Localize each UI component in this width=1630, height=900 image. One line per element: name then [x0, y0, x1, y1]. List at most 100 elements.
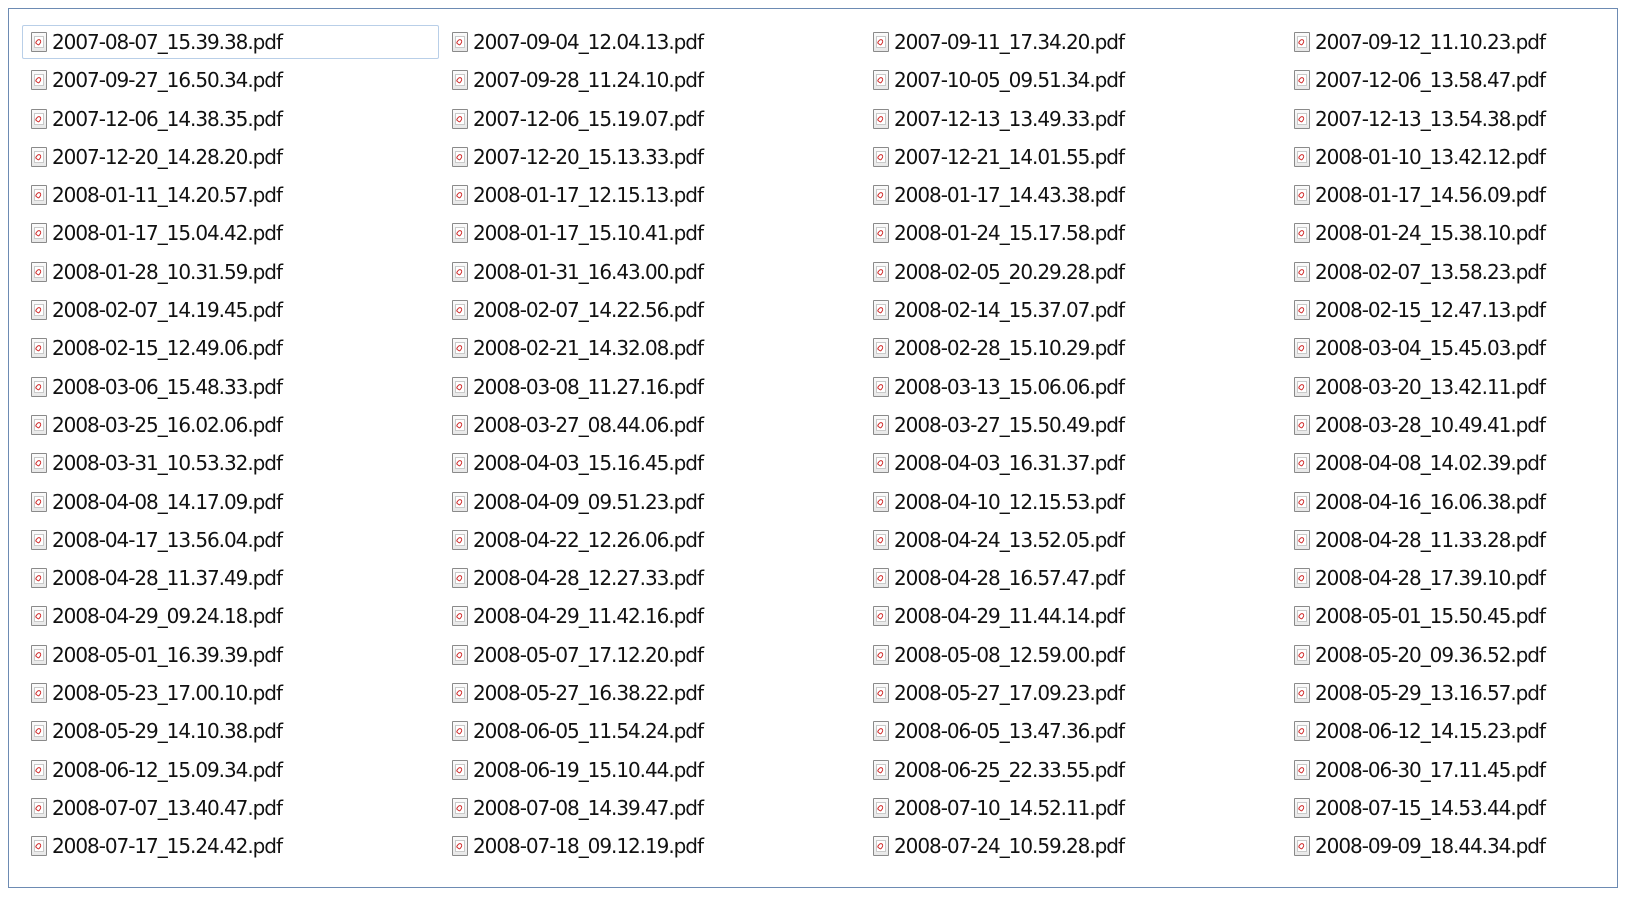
file-item[interactable]: 2008-07-10_14.52.11.pdf	[864, 791, 1285, 825]
file-item[interactable]: 2008-03-13_15.06.06.pdf	[864, 370, 1285, 404]
file-item[interactable]: 2008-05-01_15.50.45.pdf	[1285, 599, 1575, 633]
file-item[interactable]: 2008-01-17_12.15.13.pdf	[443, 178, 864, 212]
file-item[interactable]: 2008-03-27_08.44.06.pdf	[443, 408, 864, 442]
file-item[interactable]: 2008-03-28_10.49.41.pdf	[1285, 408, 1575, 442]
file-name: 2008-06-05_11.54.24.pdf	[473, 719, 704, 744]
file-item[interactable]: 2008-04-03_15.16.45.pdf	[443, 446, 864, 480]
file-item[interactable]: 2008-04-08_14.02.39.pdf	[1285, 446, 1575, 480]
file-item[interactable]: 2008-06-12_15.09.34.pdf	[22, 753, 443, 787]
file-item[interactable]: 2008-02-07_14.22.56.pdf	[443, 293, 864, 327]
file-item[interactable]: 2008-03-08_11.27.16.pdf	[443, 370, 864, 404]
file-item[interactable]: 2008-04-29_11.42.16.pdf	[443, 599, 864, 633]
file-item[interactable]: 2008-07-24_10.59.28.pdf	[864, 829, 1285, 863]
file-item[interactable]: 2008-03-20_13.42.11.pdf	[1285, 370, 1575, 404]
file-item[interactable]: 2008-02-15_12.47.13.pdf	[1285, 293, 1575, 327]
file-item[interactable]: 2008-05-08_12.59.00.pdf	[864, 638, 1285, 672]
file-item[interactable]: 2008-04-09_09.51.23.pdf	[443, 485, 864, 519]
file-item[interactable]: 2008-04-17_13.56.04.pdf	[22, 523, 443, 557]
file-item[interactable]: 2007-12-20_15.13.33.pdf	[443, 140, 864, 174]
pdf-file-icon	[1294, 32, 1310, 52]
pdf-file-icon	[873, 108, 889, 129]
file-item[interactable]: 2007-09-28_11.24.10.pdf	[443, 63, 864, 97]
file-item[interactable]: 2008-02-21_14.32.08.pdf	[443, 331, 864, 365]
file-item[interactable]: 2007-12-06_15.19.07.pdf	[443, 102, 864, 136]
file-item[interactable]: 2008-01-24_15.38.10.pdf	[1285, 216, 1575, 250]
pdf-file-icon	[873, 223, 889, 244]
file-item[interactable]: 2008-05-07_17.12.20.pdf	[443, 638, 864, 672]
file-item[interactable]: 2008-04-22_12.26.06.pdf	[443, 523, 864, 557]
file-item[interactable]: 2008-01-17_15.04.42.pdf	[22, 216, 443, 250]
file-item[interactable]: 2008-01-17_14.56.09.pdf	[1285, 178, 1575, 212]
file-item[interactable]: 2008-02-14_15.37.07.pdf	[864, 293, 1285, 327]
file-item[interactable]: 2008-07-17_15.24.42.pdf	[22, 829, 443, 863]
file-item[interactable]: 2008-04-28_12.27.33.pdf	[443, 561, 864, 595]
pdf-file-icon	[1294, 108, 1310, 129]
file-item[interactable]: 2008-02-05_20.29.28.pdf	[864, 255, 1285, 289]
file-item[interactable]: 2007-09-27_16.50.34.pdf	[22, 63, 443, 97]
file-item[interactable]: 2008-05-27_17.09.23.pdf	[864, 676, 1285, 710]
file-item[interactable]: 2008-04-08_14.17.09.pdf	[22, 485, 443, 519]
pdf-file-icon	[452, 529, 468, 550]
file-name: 2007-08-07_15.39.38.pdf	[52, 30, 283, 54]
file-item[interactable]: 2008-05-23_17.00.10.pdf	[22, 676, 443, 710]
file-item[interactable]: 2007-12-06_13.58.47.pdf	[1285, 63, 1575, 97]
pdf-file-icon	[31, 683, 47, 704]
file-item[interactable]: 2008-06-25_22.33.55.pdf	[864, 753, 1285, 787]
file-item[interactable]: 2008-05-01_16.39.39.pdf	[22, 638, 443, 672]
file-item[interactable]: 2008-04-28_11.37.49.pdf	[22, 561, 443, 595]
file-item[interactable]: 2008-01-31_16.43.00.pdf	[443, 255, 864, 289]
file-item[interactable]: 2008-04-03_16.31.37.pdf	[864, 446, 1285, 480]
file-item[interactable]: 2008-07-15_14.53.44.pdf	[1285, 791, 1575, 825]
file-item[interactable]: 2008-04-10_12.15.53.pdf	[864, 485, 1285, 519]
pdf-file-icon	[31, 338, 47, 359]
file-item[interactable]: 2008-04-24_13.52.05.pdf	[864, 523, 1285, 557]
file-item[interactable]: 2008-05-29_13.16.57.pdf	[1285, 676, 1575, 710]
file-item[interactable]: 2008-07-08_14.39.47.pdf	[443, 791, 864, 825]
file-item[interactable]: 2007-09-04_12.04.13.pdf	[443, 25, 864, 59]
file-item[interactable]: 2008-01-28_10.31.59.pdf	[22, 255, 443, 289]
file-item[interactable]: 2008-09-09_18.44.34.pdf	[1285, 829, 1575, 863]
file-item[interactable]: 2008-04-16_16.06.38.pdf	[1285, 485, 1575, 519]
file-item[interactable]: 2008-03-25_16.02.06.pdf	[22, 408, 443, 442]
file-item[interactable]: 2008-02-15_12.49.06.pdf	[22, 331, 443, 365]
file-item[interactable]: 2008-01-17_15.10.41.pdf	[443, 216, 864, 250]
file-item[interactable]: 2007-12-13_13.49.33.pdf	[864, 102, 1285, 136]
file-item[interactable]: 2008-02-28_15.10.29.pdf	[864, 331, 1285, 365]
file-item[interactable]: 2008-06-05_11.54.24.pdf	[443, 714, 864, 748]
file-item[interactable]: 2007-12-13_13.54.38.pdf	[1285, 102, 1575, 136]
file-item[interactable]: 2008-04-28_11.33.28.pdf	[1285, 523, 1575, 557]
file-item[interactable]: 2008-06-05_13.47.36.pdf	[864, 714, 1285, 748]
file-item[interactable]: 2008-07-18_09.12.19.pdf	[443, 829, 864, 863]
file-item[interactable]: 2008-04-28_16.57.47.pdf	[864, 561, 1285, 595]
file-item[interactable]: 2008-01-10_13.42.12.pdf	[1285, 140, 1575, 174]
file-item[interactable]: 2008-01-11_14.20.57.pdf	[22, 178, 443, 212]
pdf-file-icon	[873, 644, 889, 665]
file-item[interactable]: 2007-12-21_14.01.55.pdf	[864, 140, 1285, 174]
file-item[interactable]: 2008-03-04_15.45.03.pdf	[1285, 331, 1575, 365]
file-item[interactable]: 2008-01-17_14.43.38.pdf	[864, 178, 1285, 212]
file-item[interactable]: 2008-04-29_09.24.18.pdf	[22, 599, 443, 633]
file-item[interactable]: 2007-09-11_17.34.20.pdf	[864, 25, 1285, 59]
file-item[interactable]: 2008-06-30_17.11.45.pdf	[1285, 753, 1575, 787]
file-item[interactable]: 2008-03-31_10.53.32.pdf	[22, 446, 443, 480]
file-item[interactable]: 2007-12-20_14.28.20.pdf	[22, 140, 443, 174]
file-item[interactable]: 2008-05-29_14.10.38.pdf	[22, 714, 443, 748]
file-item[interactable]: 2008-05-20_09.36.52.pdf	[1285, 638, 1575, 672]
file-item[interactable]: 2008-02-07_14.19.45.pdf	[22, 293, 443, 327]
pdf-file-icon	[873, 70, 889, 91]
file-item[interactable]: 2008-04-28_17.39.10.pdf	[1285, 561, 1575, 595]
file-item[interactable]: 2007-12-06_14.38.35.pdf	[22, 102, 443, 136]
file-item[interactable]: 2008-03-06_15.48.33.pdf	[22, 370, 443, 404]
file-item[interactable]: 2008-07-07_13.40.47.pdf	[22, 791, 443, 825]
file-item[interactable]: 2008-04-29_11.44.14.pdf	[864, 599, 1285, 633]
file-item[interactable]: 2008-06-12_14.15.23.pdf	[1285, 714, 1575, 748]
file-item[interactable]: 2007-09-12_11.10.23.pdf	[1285, 25, 1575, 59]
file-item[interactable]: 2008-05-27_16.38.22.pdf	[443, 676, 864, 710]
file-item[interactable]: 2007-10-05_09.51.34.pdf	[864, 63, 1285, 97]
file-item[interactable]: 2007-08-07_15.39.38.pdf	[22, 25, 439, 59]
file-name: 2008-04-16_16.06.38.pdf	[1315, 489, 1546, 514]
file-item[interactable]: 2008-02-07_13.58.23.pdf	[1285, 255, 1575, 289]
file-item[interactable]: 2008-06-19_15.10.44.pdf	[443, 753, 864, 787]
file-item[interactable]: 2008-01-24_15.17.58.pdf	[864, 216, 1285, 250]
file-item[interactable]: 2008-03-27_15.50.49.pdf	[864, 408, 1285, 442]
